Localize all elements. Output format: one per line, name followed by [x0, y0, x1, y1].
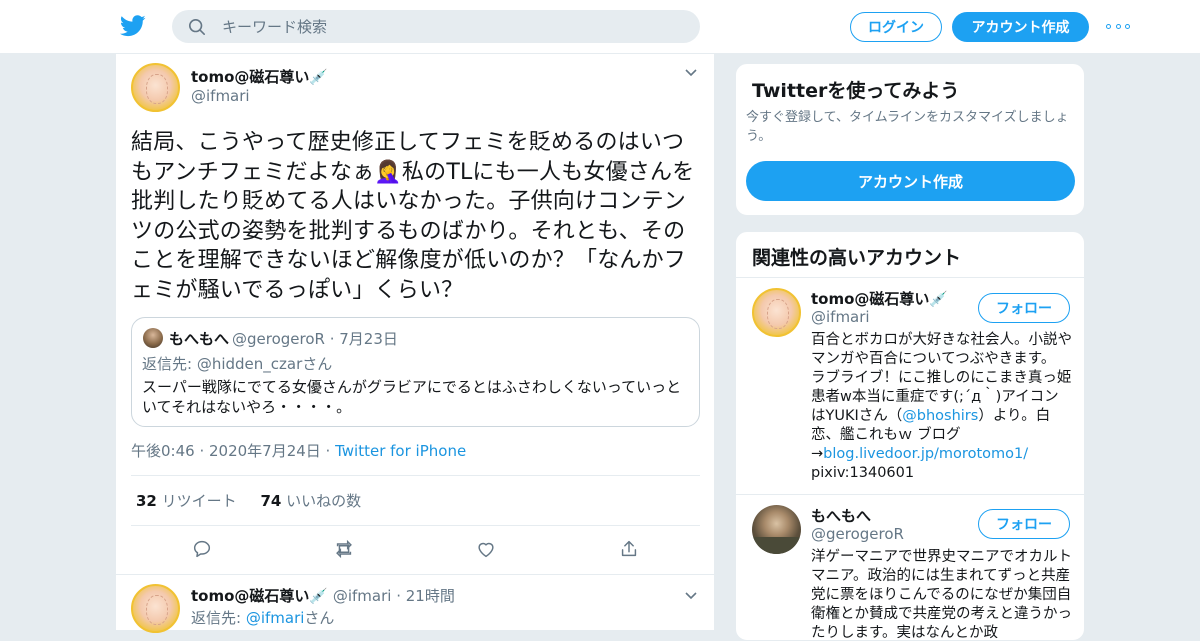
- related-accounts-title: 関連性の高いアカウント: [752, 247, 962, 269]
- chevron-down-icon[interactable]: [684, 66, 698, 80]
- login-button[interactable]: ログイン: [850, 12, 942, 42]
- follow-button[interactable]: フォロー: [978, 509, 1070, 539]
- quoted-reply-to: 返信先: @hidden_czarさん: [142, 355, 333, 373]
- divider: [736, 494, 1084, 495]
- quoted-author-name: もへもへ: [169, 330, 230, 348]
- divider: [131, 525, 700, 526]
- tweet-source-link[interactable]: Twitter for iPhone: [335, 442, 466, 460]
- follow-button[interactable]: フォロー: [978, 293, 1070, 323]
- signup-card-title: Twitterを使ってみよう: [752, 80, 960, 102]
- tweet-author-name[interactable]: tomo@磁石尊い💉: [191, 66, 328, 87]
- like-icon[interactable]: [475, 538, 497, 560]
- quoted-author-handle: @gerogeroR · 7月23日: [232, 330, 398, 348]
- quoted-tweet[interactable]: もへもへ @gerogeroR · 7月23日 返信先: @hidden_cza…: [131, 317, 700, 427]
- quoted-tweet-text: スーパー戦隊にでてる女優さんがグラビアにでるとはふさわしくないっていっといてそれ…: [142, 378, 682, 416]
- search-bar[interactable]: [172, 10, 700, 43]
- reply-to-line: 返信先: @ifmariさん: [191, 609, 335, 627]
- tweet-author-handle[interactable]: @ifmari: [191, 87, 250, 105]
- account-bio: 洋ゲーマニアで世界史マニアでオカルトマニア。政治的には生まれてずっと共産党に票を…: [811, 549, 1072, 641]
- avatar[interactable]: [131, 584, 180, 633]
- like-count[interactable]: 74 いいねの数: [261, 492, 362, 510]
- tweet-column: tomo@磁石尊い💉 @ifmari 結局、こうやって歴史修正してフェミを貶める…: [115, 54, 715, 633]
- avatar[interactable]: [131, 63, 180, 112]
- search-icon: [188, 18, 206, 35]
- account-name[interactable]: もへもへ: [811, 505, 871, 526]
- reply-icon[interactable]: [191, 538, 213, 560]
- avatar[interactable]: [752, 288, 801, 337]
- tweet-text: 結局、こうやって歴史修正してフェミを貶めるのはいつもアンチフェミだよなぁ🤦‍♀️…: [131, 130, 695, 303]
- more-options-icon[interactable]: [1106, 18, 1130, 34]
- bio-blog-link[interactable]: blog.livedoor.jp/morotomo1/: [823, 446, 1028, 462]
- related-accounts-card: 関連性の高いアカウント tomo@磁石尊い💉 @ifmari フォロー 百合とボ…: [735, 231, 1085, 641]
- account-handle[interactable]: @ifmari: [811, 308, 870, 326]
- tweet-timestamp[interactable]: 午後0:46 · 2020年7月24日 · Twitter for iPhone: [131, 440, 466, 461]
- retweet-count[interactable]: 32 リツイート: [136, 492, 237, 510]
- divider: [116, 574, 714, 575]
- avatar[interactable]: [752, 505, 801, 554]
- divider: [131, 475, 700, 476]
- signup-button[interactable]: アカウント作成: [952, 12, 1089, 42]
- bio-mention-link[interactable]: @bhoshirs: [902, 408, 978, 424]
- account-name[interactable]: tomo@磁石尊い💉: [811, 288, 948, 309]
- reply-to-link[interactable]: @ifmari: [246, 609, 305, 627]
- retweet-icon[interactable]: [333, 538, 355, 560]
- reply-header[interactable]: tomo@磁石尊い💉 @ifmari · 21時間: [191, 585, 455, 606]
- top-bar: ログイン アカウント作成: [0, 0, 1200, 54]
- divider: [736, 277, 1084, 278]
- avatar: [143, 328, 163, 348]
- account-bio: 百合とボカロが大好きな社会人。小説やマンガや百合についてつぶやきます。 ラブライ…: [811, 332, 1072, 481]
- signup-card-button[interactable]: アカウント作成: [746, 161, 1075, 201]
- tweet-actions: [191, 538, 641, 562]
- twitter-bird-icon[interactable]: [120, 14, 146, 38]
- search-input[interactable]: [222, 17, 662, 36]
- tweet-stats: 32 リツイート 74 いいねの数: [136, 490, 361, 511]
- signup-card-subtitle: 今すぐ登録して、タイムラインをカスタマイズしましょう。: [746, 110, 1069, 144]
- signup-card: Twitterを使ってみよう 今すぐ登録して、タイムラインをカスタマイズしましょ…: [735, 63, 1085, 216]
- account-handle[interactable]: @gerogeroR: [811, 525, 904, 543]
- share-icon[interactable]: [618, 538, 640, 560]
- chevron-down-icon[interactable]: [684, 589, 698, 603]
